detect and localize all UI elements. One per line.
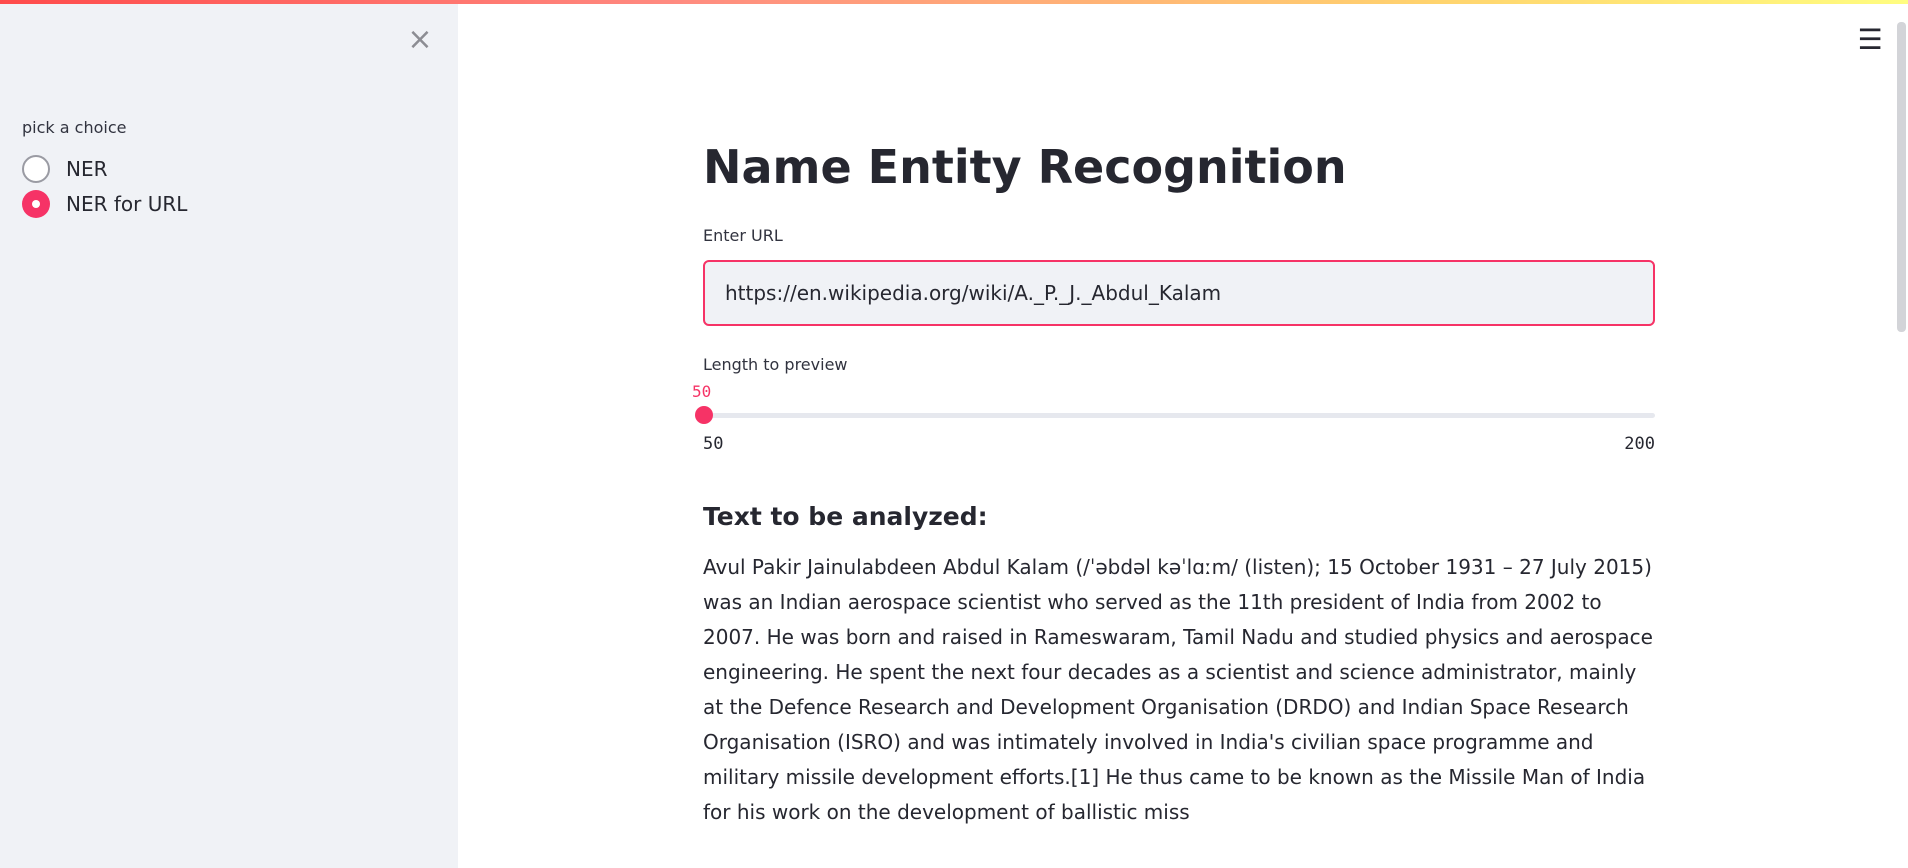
hamburger-menu-icon[interactable]: ☰ <box>1856 26 1884 54</box>
radio-option-ner[interactable]: NER <box>22 155 108 183</box>
sidebar: × pick a choice NER NER for URL <box>0 0 458 868</box>
radio-option-label: NER for URL <box>66 192 188 216</box>
page-title: Name Entity Recognition <box>703 140 1347 194</box>
radio-option-ner-for-url[interactable]: NER for URL <box>22 190 187 218</box>
radio-selected-icon[interactable] <box>22 190 50 218</box>
slider-track[interactable] <box>703 413 1655 418</box>
radio-unselected-icon[interactable] <box>22 155 50 183</box>
slider-thumb[interactable] <box>695 406 713 424</box>
radio-option-label: NER <box>66 157 108 181</box>
radio-group-label: pick a choice <box>22 118 127 137</box>
top-decoration-bar <box>0 0 1908 4</box>
close-sidebar-icon[interactable]: × <box>402 22 438 58</box>
slider-min-value: 50 <box>703 434 724 454</box>
slider-label: Length to preview <box>703 355 848 374</box>
analyzed-text: Avul Pakir Jainulabdeen Abdul Kalam (/ˈə… <box>703 555 1653 824</box>
section-subheader: Text to be analyzed: <box>703 502 988 531</box>
url-input-label: Enter URL <box>703 226 783 245</box>
url-input[interactable] <box>703 260 1655 326</box>
slider-max-value: 200 <box>1624 434 1655 454</box>
slider-current-value: 50 <box>692 382 712 401</box>
scrollbar[interactable] <box>1897 22 1906 332</box>
